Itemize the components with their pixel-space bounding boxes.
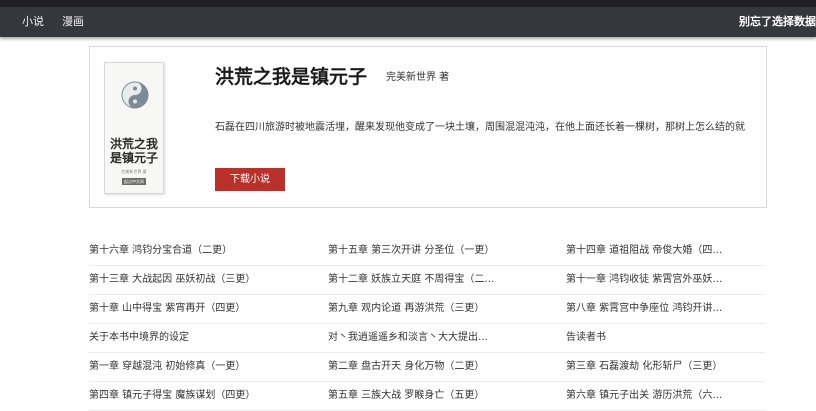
chapter-link[interactable]: 第一章 穿越混沌 初始修真（一更） [89,360,309,374]
cover-publisher: 起点中文网 [122,178,146,185]
chapter-row: 第四章 镇元子得宝 魔族谋划（四更） 第五章 三族大战 罗睺身亡（五更） 第六章… [89,382,765,411]
book-author: 完美新世界 著 [386,72,450,83]
yin-yang-icon [121,81,149,109]
download-button[interactable]: 下载小说 [215,168,285,191]
cover-title-line2: 是镇元子 [109,151,158,165]
top-strip [0,0,816,7]
cover-title: 洪荒之我 是镇元子 [105,137,163,165]
chapter-link[interactable]: 第五章 三族大战 罗睺身亡（五更） [328,389,495,403]
chapter-link[interactable]: 第十六章 鸿钧分宝合道（二更） [89,244,309,258]
select-data-source-link[interactable]: 别忘了选择数据源 [739,14,816,30]
chapter-link[interactable]: 第十二章 妖族立天庭 不周得宝（二… [328,273,495,287]
chapter-list: 第十六章 鸿钧分宝合道（二更） 第十五章 第三次开讲 分圣位（一更） 第十四章 … [89,237,765,411]
nav-novel[interactable]: 小说 [22,14,44,30]
chapter-link[interactable]: 第九章 观内论道 再游洪荒（三更） [328,302,495,316]
chapter-row: 第十六章 鸿钧分宝合道（二更） 第十五章 第三次开讲 分圣位（一更） 第十四章 … [89,237,765,266]
cover-author: 完美新世界 著 [121,169,147,174]
chapter-row: 第一章 穿越混沌 初始修真（一更） 第二章 盘古开天 身化万物（二更） 第三章 … [89,353,765,382]
cover-title-line1: 洪荒之我 [109,137,158,151]
chapter-link[interactable]: 第十四章 道祖阻战 帝俊大婚（四更） [566,244,731,258]
chapter-link[interactable]: 对丶我逍遥遥乡和淡言丶大大提出问… [328,331,495,345]
chapter-link[interactable]: 第十五章 第三次开讲 分圣位（一更） [328,244,495,258]
book-description: 石磊在四川旅游时被地震活埋，醒来发现他变成了一块土壤，周围混混沌沌，在他上面还长… [215,122,745,133]
chapter-link[interactable]: 第十章 山中得宝 紫宵再开（四更） [89,302,309,316]
chapter-row: 第十三章 大战起因 巫妖初战（三更） 第十二章 妖族立天庭 不周得宝（二… 第十… [89,266,765,295]
book-title: 洪荒之我是镇元子 [215,66,368,88]
chapter-link[interactable]: 第八章 紫霄宫中争座位 鸿钧开讲（… [566,302,731,316]
chapter-link[interactable]: 第十三章 大战起因 巫妖初战（三更） [89,273,309,287]
chapter-link[interactable]: 第六章 镇元子出关 游历洪荒（六更） [566,389,731,403]
top-navbar: 小说 漫画 别忘了选择数据源 [0,7,816,37]
chapter-link[interactable]: 告读者书 [566,331,731,345]
chapter-row: 关于本书中境界的设定 对丶我逍遥遥乡和淡言丶大大提出问… 告读者书 [89,324,765,353]
nav-comic[interactable]: 漫画 [62,14,84,30]
chapter-link[interactable]: 第三章 石磊渡劫 化形斩尸（三更） [566,360,731,374]
book-cover: 洪荒之我 是镇元子 完美新世界 著 起点中文网 [104,62,164,194]
chapter-link[interactable]: 第二章 盘古开天 身化万物（二更） [328,360,495,374]
chapter-link[interactable]: 关于本书中境界的设定 [89,331,309,345]
chapter-link[interactable]: 第四章 镇元子得宝 魔族谋划（四更） [89,389,309,403]
chapter-link[interactable]: 第十一章 鸿钧收徒 紫霄宫外巫妖争… [566,273,731,287]
chapter-row: 第十章 山中得宝 紫宵再开（四更） 第九章 观内论道 再游洪荒（三更） 第八章 … [89,295,765,324]
